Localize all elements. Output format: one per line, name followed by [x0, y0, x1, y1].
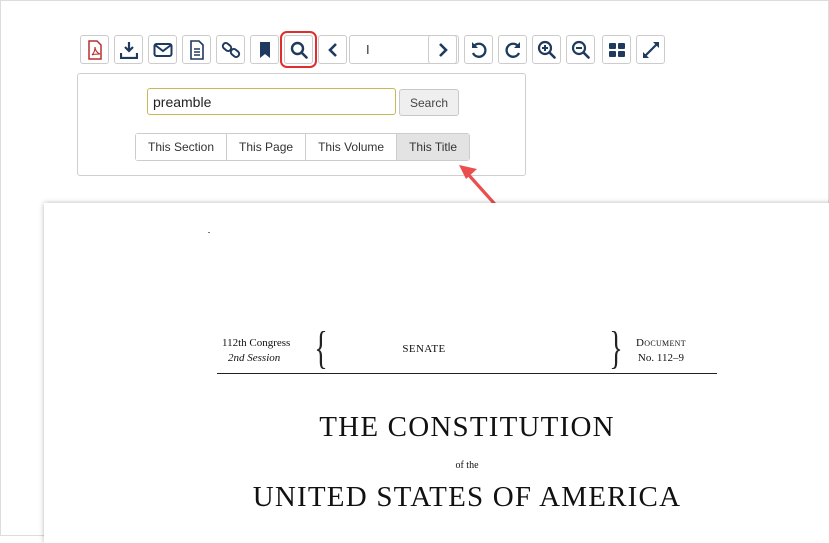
scope-this-page[interactable]: This Page: [226, 134, 306, 160]
document-title-line-2: UNITED STATES OF AMERICA: [252, 481, 682, 513]
zoom-out-icon: [571, 40, 590, 59]
link-button[interactable]: [216, 35, 245, 64]
rotate-left-icon: [471, 41, 486, 58]
thumbnails-button[interactable]: [602, 35, 631, 64]
rotate-right-icon: [505, 41, 520, 58]
document-button[interactable]: [182, 35, 211, 64]
search-scope-group: This Section This Page This Volume This …: [135, 133, 471, 161]
next-page-button[interactable]: [428, 35, 457, 64]
email-button[interactable]: [148, 35, 177, 64]
search-icon: [290, 41, 308, 59]
download-icon: [119, 41, 138, 59]
chevron-right-icon: [438, 42, 448, 57]
link-icon: [221, 41, 240, 58]
search-toggle-button[interactable]: [280, 31, 317, 68]
zoom-in-icon: [537, 40, 556, 59]
search-button[interactable]: Search: [399, 89, 459, 116]
search-input[interactable]: [147, 88, 396, 115]
previous-page-button[interactable]: [318, 35, 347, 64]
bookmark-button[interactable]: [250, 35, 279, 64]
grid-icon: [608, 42, 625, 57]
chevron-left-icon: [327, 42, 337, 57]
fullscreen-button[interactable]: [636, 35, 665, 64]
rotate-right-button[interactable]: [498, 35, 527, 64]
bookmark-icon: [259, 41, 270, 58]
document-page: 112th Congress 2nd Session { SENATE } Do…: [44, 203, 829, 543]
title-area: THE CONSTITUTION of the UNITED STATES OF…: [44, 203, 829, 543]
viewer-frame: I preamble Search This Section This Page…: [0, 0, 829, 543]
scope-this-section[interactable]: This Section: [136, 134, 227, 160]
document-icon: [189, 39, 204, 60]
download-button[interactable]: [114, 35, 143, 64]
page-select-value: I: [366, 42, 370, 57]
zoom-in-button[interactable]: [532, 35, 561, 64]
scope-this-volume[interactable]: This Volume: [305, 134, 397, 160]
rotate-left-button[interactable]: [464, 35, 493, 64]
email-icon: [153, 42, 172, 57]
scope-this-title[interactable]: This Title: [396, 134, 470, 160]
document-title-line-1: THE CONSTITUTION: [319, 411, 615, 443]
fullscreen-icon: [642, 41, 659, 58]
pdf-button[interactable]: [80, 35, 109, 64]
zoom-out-button[interactable]: [566, 35, 595, 64]
document-title-of: of the: [455, 460, 479, 471]
pdf-icon: [87, 39, 102, 60]
